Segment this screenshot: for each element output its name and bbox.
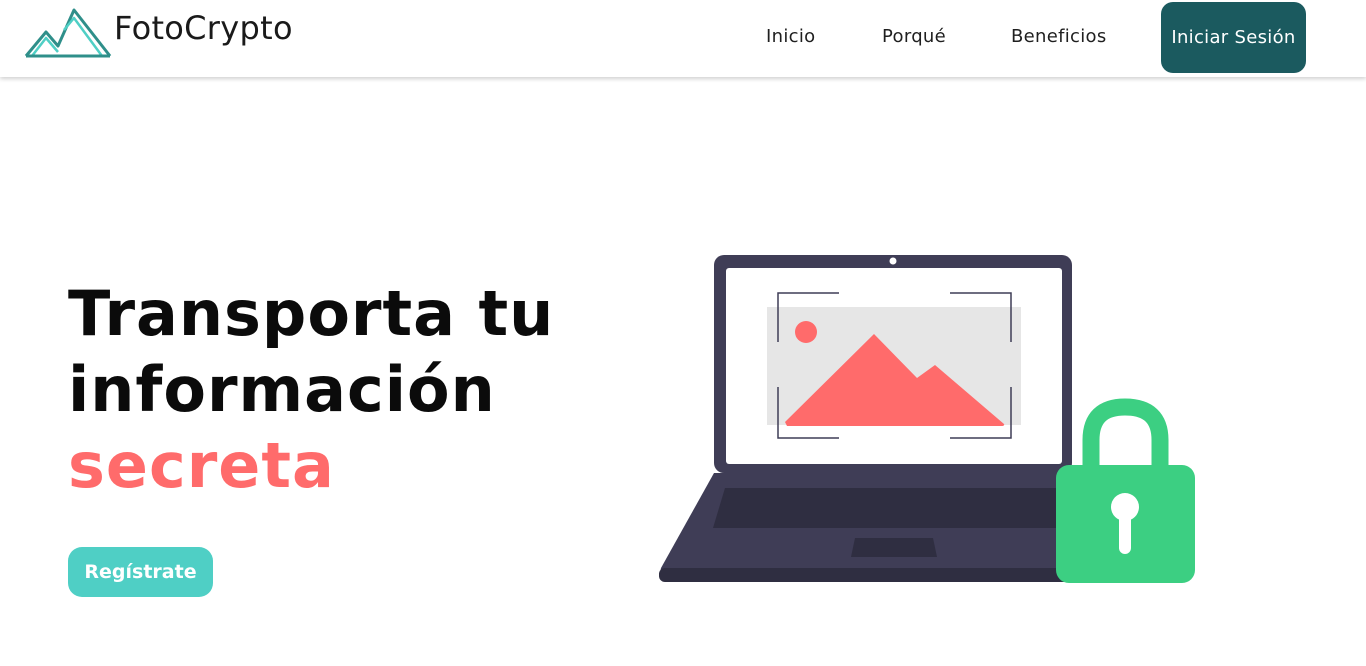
- login-button[interactable]: Iniciar Sesión: [1161, 2, 1306, 73]
- register-button[interactable]: Regístrate: [68, 547, 213, 597]
- mountain-logo-icon: [24, 8, 112, 58]
- brand-name: FotoCrypto: [114, 9, 293, 47]
- image-icon: [767, 292, 1021, 439]
- nav-link-beneficios[interactable]: Beneficios: [1011, 26, 1107, 47]
- nav-link-porque[interactable]: Porqué: [882, 26, 946, 47]
- nav-link-inicio[interactable]: Inicio: [766, 26, 815, 47]
- hero-title-line2: información: [68, 353, 496, 426]
- hero-illustration: [659, 255, 1195, 583]
- hero-title: Transporta tu información secreta: [68, 276, 554, 504]
- hero-title-line1: Transporta tu: [68, 277, 555, 350]
- hero-title-accent: secreta: [68, 429, 335, 502]
- padlock-icon: [1056, 398, 1195, 583]
- brand-logo[interactable]: FotoCrypto: [24, 6, 293, 60]
- navbar: FotoCrypto Inicio Porqué Beneficios Inic…: [0, 0, 1366, 77]
